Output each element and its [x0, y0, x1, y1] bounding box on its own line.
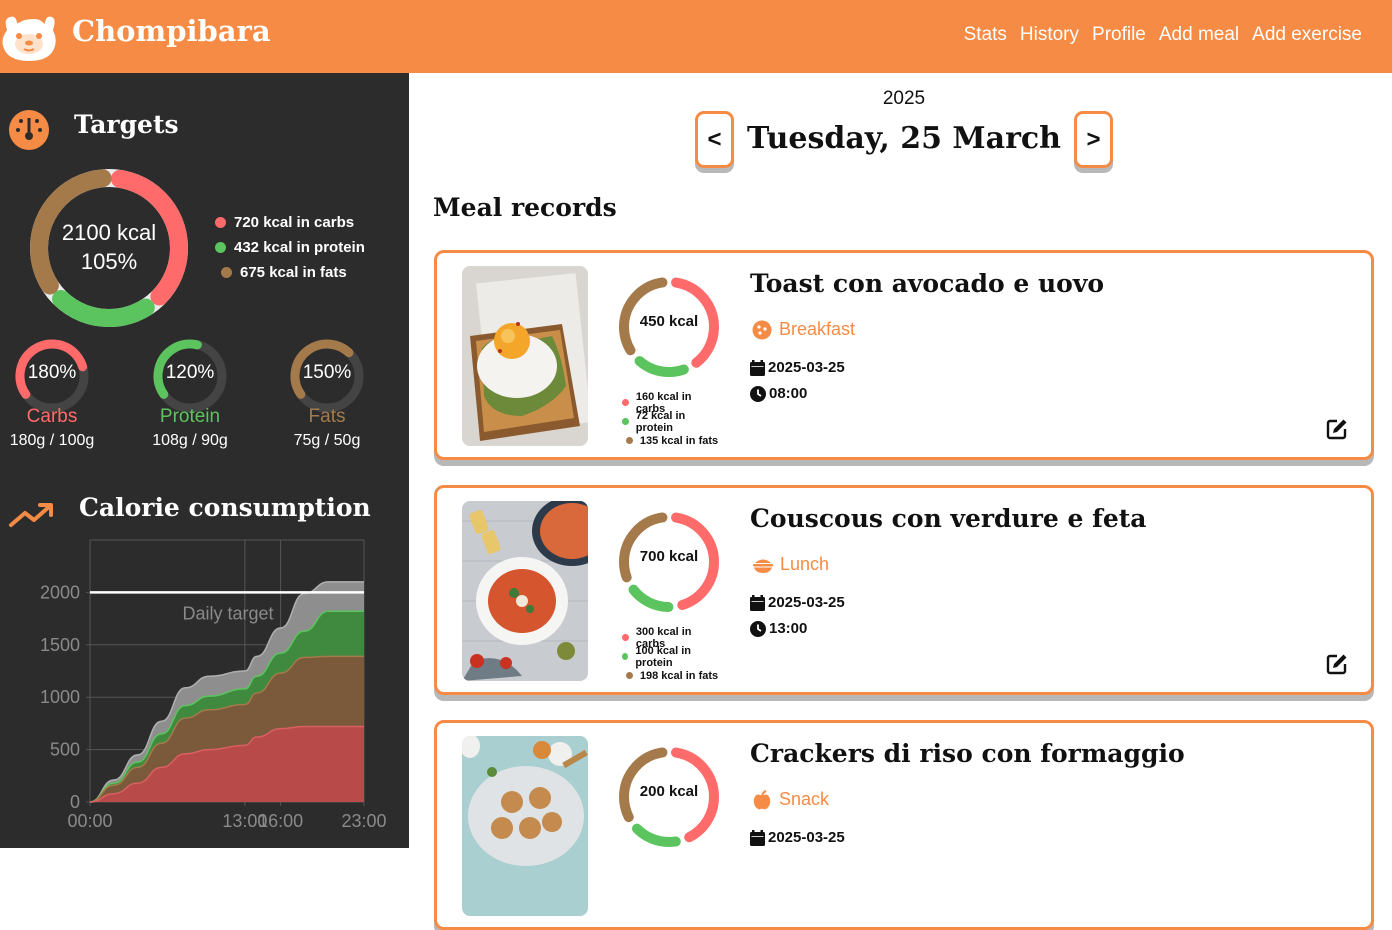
carbs-pct: 180%: [27, 362, 77, 383]
protein-label: Protein: [159, 406, 221, 427]
meal-type-label: Lunch: [780, 554, 830, 574]
next-day-button[interactable]: >: [1074, 111, 1113, 168]
targets-total-pct: 105%: [80, 249, 138, 274]
chart-plot: 00:00 13:0016:00 23:000500100015002000Dail…: [40, 539, 387, 831]
meal-time: 08:00: [750, 385, 807, 402]
date-title: Tuesday, 25 March: [747, 121, 1061, 156]
meal-type-label: Breakfast: [779, 319, 856, 339]
meal-kcal: 450 kcal: [639, 313, 699, 330]
nav-profile[interactable]: Profile: [1092, 24, 1146, 46]
top-bar: Chompibara Stats History Profile Add mea…: [0, 0, 1392, 73]
targets-legend: 720 kcal in carbs 432 kcal in protein 67…: [215, 210, 365, 285]
meal-time: 13:00: [750, 620, 807, 637]
calorie-consumption-title: Calorie consumption: [79, 493, 371, 522]
meal-kcal: 700 kcal: [639, 548, 699, 565]
calendar-icon: [750, 359, 765, 376]
x-tick-label: 00:00: [67, 811, 112, 831]
targets-total-kcal: 2100 kcal: [61, 220, 157, 245]
x-tick-label: 23:00: [341, 811, 386, 831]
meal-photo-crackers: [462, 736, 588, 916]
gauge-icon: [9, 110, 49, 150]
cookie-icon: [752, 320, 772, 339]
protein-pct: 120%: [165, 362, 215, 383]
carbs-label: Carbs: [26, 406, 78, 427]
legend-fats: 675 kcal in fats: [215, 260, 365, 285]
nav-history[interactable]: History: [1020, 24, 1079, 46]
main-content: 2025 < Tuesday, 25 March > Meal records …: [409, 73, 1392, 930]
fats-amount: 75g / 50g: [293, 432, 361, 449]
app-name[interactable]: Chompibara: [72, 14, 271, 48]
meal-title: Couscous con verdure e feta: [750, 504, 1147, 533]
y-tick-label: 1500: [40, 635, 80, 655]
meal-photo-toast: [462, 266, 588, 446]
capybara-logo-icon[interactable]: [0, 8, 58, 64]
meal-type: Lunch: [752, 554, 829, 575]
meal-legend-fats: 198 kcal in fats: [639, 669, 719, 682]
sidebar: Targets 2100 kcal 105% 720 kcal in carbs…: [0, 73, 409, 848]
fats-pct: 150%: [302, 362, 352, 383]
year-label: 2025: [882, 88, 926, 109]
y-tick-label: 0: [70, 792, 80, 812]
calendar-icon: [750, 829, 765, 846]
targets-title: Targets: [74, 110, 179, 139]
fats-label: Fats: [308, 406, 346, 427]
targets-donut-center: 2100 kcal 105%: [30, 218, 188, 276]
x-tick-label: 16:00: [258, 811, 303, 831]
clock-icon: [750, 620, 766, 637]
nav-add-exercise[interactable]: Add exercise: [1252, 24, 1362, 46]
carbs-amount: 180g / 100g: [9, 432, 95, 449]
meal-date: 2025-03-25: [750, 829, 845, 846]
calendar-icon: [750, 594, 765, 611]
meal-legend: 160 kcal in carbs 72 kcal in protein 135…: [622, 391, 722, 450]
meal-type: Snack: [752, 789, 829, 810]
meal-date: 2025-03-25: [750, 594, 845, 611]
meal-card[interactable]: 450 kcal 160 kcal in carbs 72 kcal in pr…: [434, 250, 1374, 460]
trending-up-icon: [9, 503, 53, 527]
bowl-icon: [753, 559, 773, 573]
meal-records-heading: Meal records: [433, 193, 617, 222]
meal-kcal: 200 kcal: [639, 783, 699, 800]
calorie-chart: 00:00 13:0016:00 23:000500100015002000Dail…: [40, 539, 387, 831]
meal-legend: 300 kcal in carbs 100 kcal in protein 19…: [622, 626, 722, 685]
meal-title: Crackers di riso con formaggio: [750, 739, 1185, 768]
y-tick-label: 2000: [40, 582, 80, 602]
nav-stats[interactable]: Stats: [964, 24, 1007, 46]
main-nav: Stats History Profile Add meal Add exerc…: [964, 24, 1362, 46]
meal-photo-pasta: [462, 501, 588, 681]
edit-icon[interactable]: [1325, 652, 1349, 676]
meal-title: Toast con avocado e uovo: [750, 269, 1105, 298]
nav-add-meal[interactable]: Add meal: [1159, 24, 1239, 46]
meal-legend-protein: 100 kcal in protein: [635, 644, 691, 669]
meal-legend-protein: 72 kcal in protein: [635, 409, 686, 434]
daily-target-label: Daily target: [182, 603, 273, 623]
meal-card[interactable]: 200 kcal Crackers di riso con formaggio …: [434, 720, 1374, 930]
meal-type-label: Snack: [779, 789, 830, 809]
protein-amount: 108g / 90g: [152, 432, 228, 449]
meal-legend-fats: 135 kcal in fats: [639, 434, 719, 447]
meal-type: Breakfast: [752, 319, 855, 340]
chevron-right-icon: >: [1086, 126, 1101, 153]
y-tick-label: 500: [50, 740, 80, 760]
meal-card[interactable]: 700 kcal 300 kcal in carbs 100 kcal in p…: [434, 485, 1374, 695]
y-tick-label: 1000: [40, 687, 80, 707]
meal-date: 2025-03-25: [750, 359, 845, 376]
legend-protein: 432 kcal in protein: [215, 235, 365, 260]
edit-icon[interactable]: [1325, 417, 1349, 441]
clock-icon: [750, 385, 766, 402]
chevron-left-icon: <: [707, 126, 722, 153]
legend-carbs: 720 kcal in carbs: [215, 210, 365, 235]
apple-icon: [753, 789, 771, 809]
